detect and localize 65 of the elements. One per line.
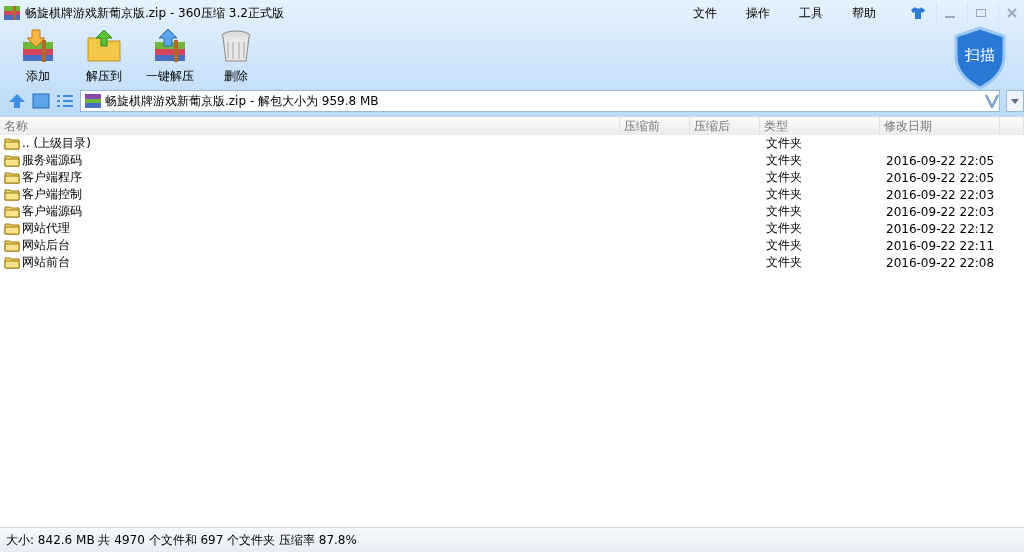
folder-icon: [4, 205, 20, 218]
toolbar-button[interactable]: 一键解压: [142, 26, 198, 87]
menu-item[interactable]: 文件: [693, 4, 717, 22]
folder-up-icon: [86, 28, 122, 64]
file-name[interactable]: 网站前台: [22, 254, 70, 271]
menu-item[interactable]: 帮助: [852, 4, 876, 22]
folder-icon: [4, 256, 20, 269]
table-cell: 2016-09-22 22:03: [886, 204, 995, 219]
menu-item[interactable]: 工具: [799, 4, 823, 22]
minimize-icon: [944, 16, 955, 18]
toolbar-button[interactable]: 删除: [208, 26, 264, 87]
file-name[interactable]: 网站后台: [22, 237, 70, 254]
folder-icon: [4, 171, 20, 184]
archive-extract-icon: [152, 28, 188, 64]
shield-icon: [952, 26, 1008, 90]
file-name[interactable]: 网站代理: [22, 220, 70, 237]
scan-button[interactable]: 扫描: [952, 26, 1008, 90]
file-name[interactable]: 客户端控制: [22, 186, 82, 203]
dropdown-button[interactable]: [1006, 90, 1024, 112]
column-header[interactable]: 类型: [760, 117, 880, 135]
archive-icon: [4, 6, 20, 20]
file-name[interactable]: 服务端源码: [22, 152, 82, 169]
table-cell: 2016-09-22 22:03: [886, 187, 995, 202]
folder-icon: [4, 188, 20, 201]
table-cell: 2016-09-22 22:05: [886, 153, 995, 168]
table-cell-text: 文件夹: [765, 254, 803, 271]
check-v-icon: [985, 94, 999, 108]
caret-icon: [1011, 98, 1019, 104]
column-header[interactable]: 名称: [0, 117, 620, 135]
table-cell: 2016-09-22 22:05: [886, 170, 995, 185]
table-cell-text: 文件夹: [765, 203, 803, 220]
thumbnail-view-icon[interactable]: [32, 93, 50, 109]
up-arrow-icon[interactable]: [8, 93, 26, 109]
archive-add-icon: [20, 28, 56, 64]
maximize-icon: [975, 8, 986, 18]
column-header[interactable]: 压缩前: [620, 117, 690, 135]
table-cell-text: 文件夹: [765, 220, 803, 237]
shirt-icon: [910, 6, 926, 20]
file-name[interactable]: 客户端程序: [22, 169, 82, 186]
table-cell: 2016-09-22 22:12: [886, 221, 995, 236]
folder-icon: [4, 154, 20, 167]
table-cell-text: 文件夹: [765, 135, 803, 152]
column-header[interactable]: 压缩后: [690, 117, 760, 135]
trash-bin-icon: [218, 28, 254, 64]
archive-icon: [85, 94, 101, 108]
file-name[interactable]: 客户端源码: [22, 203, 82, 220]
status-bar: 大小: 842.6 MB 共 4970 个文件和 697 个文件夹 压缩率 87.8%: [0, 527, 1024, 552]
address-field[interactable]: 畅旋棋牌游戏新葡京版.zip - 解包大小为 959.8 MB: [80, 90, 1000, 112]
table-cell: 2016-09-22 22:11: [886, 238, 995, 253]
folder-icon: [4, 137, 20, 150]
window-title: 畅旋棋牌游戏新葡京版.zip - 360压缩 3.2正式版: [25, 4, 285, 22]
menu-item[interactable]: 操作: [746, 4, 770, 22]
table-cell-text: 文件夹: [765, 237, 803, 254]
folder-icon: [4, 239, 20, 252]
table-cell-text: 文件夹: [765, 186, 803, 203]
folder-icon: [4, 222, 20, 235]
file-name[interactable]: .. (上级目录): [22, 135, 91, 152]
table-cell-text: 文件夹: [765, 152, 803, 169]
toolbar-button[interactable]: 添加: [10, 26, 66, 87]
column-header[interactable]: 修改日期: [880, 117, 1000, 135]
table-cell-text: 文件夹: [765, 169, 803, 186]
close-icon: [1006, 8, 1017, 18]
list-view-icon[interactable]: [56, 93, 74, 109]
toolbar-button[interactable]: 解压到: [76, 26, 132, 87]
table-cell: 2016-09-22 22:08: [886, 255, 995, 270]
